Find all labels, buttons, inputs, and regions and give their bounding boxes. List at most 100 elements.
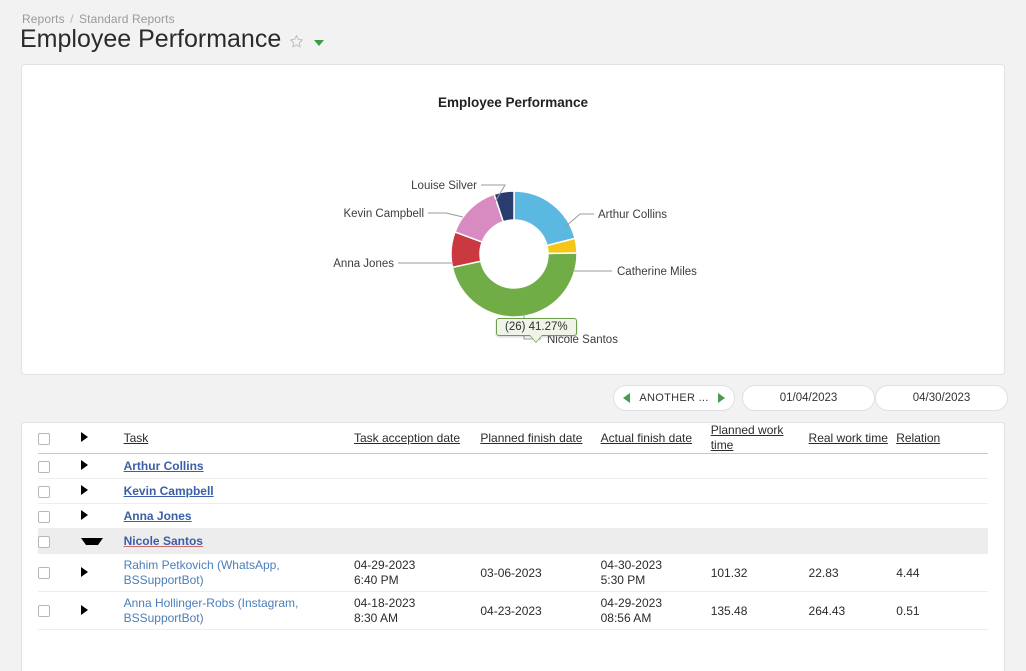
select-all-checkbox[interactable] <box>38 433 50 445</box>
page-header: Employee Performance <box>20 24 324 54</box>
arrow-left-icon[interactable] <box>623 393 630 403</box>
expand-row-icon[interactable] <box>81 567 112 577</box>
expand-row-icon[interactable] <box>81 460 100 470</box>
group-link-anna-jones[interactable]: Anna Jones <box>124 509 192 523</box>
date-from-input[interactable]: 01/04/2023 <box>742 385 875 411</box>
row-select-cell <box>38 504 81 529</box>
acception-time: 6:40 PM <box>354 573 480 588</box>
column-header-planfin[interactable]: Planned finish date <box>480 423 600 454</box>
page-title: Employee Performance <box>20 24 281 54</box>
chart-tooltip: (26) 41.27% <box>496 318 577 336</box>
column-header-accept[interactable]: Task acception date <box>354 423 480 454</box>
row-select-cell <box>38 592 81 630</box>
star-icon[interactable] <box>289 34 304 49</box>
period-selector[interactable]: ANOTHER ... <box>613 385 735 411</box>
slice-arthur-collins[interactable] <box>514 191 575 246</box>
donut-slices <box>451 191 577 317</box>
row-checkbox[interactable] <box>38 486 50 498</box>
cell-real-work-time: 264.43 <box>809 592 897 630</box>
expand-all-icon[interactable] <box>81 432 91 442</box>
row-expand-cell <box>81 504 124 529</box>
group-name-cell: Anna Jones <box>124 504 988 529</box>
group-link-arthur-collins[interactable]: Arthur Collins <box>124 459 204 473</box>
chart-card: Employee Performance Louise Silver <box>21 64 1005 375</box>
actual-finish-time: 5:30 PM <box>601 573 711 588</box>
cell-task: Anna Hollinger-Robs (Instagram, BSSuppor… <box>124 592 354 630</box>
label-arthur-collins: Arthur Collins <box>598 209 667 221</box>
label-louise-silver: Louise Silver <box>411 180 477 192</box>
report-table: Task Task acception date Planned finish … <box>38 423 988 630</box>
period-label: ANOTHER ... <box>630 392 718 404</box>
acception-time: 8:30 AM <box>354 611 480 626</box>
arrow-right-icon[interactable] <box>718 393 725 403</box>
chart-tooltip-text: (26) 41.27% <box>505 321 568 333</box>
cell-planned-work-time: 101.32 <box>711 554 809 592</box>
expand-row-icon[interactable] <box>81 605 112 615</box>
leader-kevin-campbell <box>428 213 463 217</box>
group-link-kevin-campbell[interactable]: Kevin Campbell <box>124 484 214 498</box>
cell-planned-finish: 03-06-2023 <box>480 554 600 592</box>
row-checkbox[interactable] <box>38 536 50 548</box>
label-anna-jones: Anna Jones <box>333 258 394 270</box>
actual-finish-date: 04-29-2023 <box>601 596 711 611</box>
table-row[interactable]: Kevin Campbell <box>38 479 988 504</box>
select-all-cell <box>38 423 81 454</box>
group-name-cell: Kevin Campbell <box>124 479 988 504</box>
cell-relation: 4.44 <box>896 554 988 592</box>
row-expand-cell <box>81 592 124 630</box>
group-link-nicole-santos[interactable]: Nicole Santos <box>124 534 203 548</box>
table-row[interactable]: Arthur Collins <box>38 454 988 479</box>
cell-real-work-time: 22.83 <box>809 554 897 592</box>
column-header-relation[interactable]: Relation <box>896 423 988 454</box>
acception-date: 04-29-2023 <box>354 558 480 573</box>
expand-row-icon[interactable] <box>81 485 100 495</box>
task-link[interactable]: Rahim Petkovich (WhatsApp, BSSupportBot) <box>124 558 354 588</box>
table-header: Task Task acception date Planned finish … <box>38 423 988 454</box>
cell-relation: 0.51 <box>896 592 988 630</box>
cell-acception-date: 04-29-2023 6:40 PM <box>354 554 480 592</box>
row-expand-cell <box>81 479 124 504</box>
column-header-planwork[interactable]: Planned work time <box>711 423 809 454</box>
actual-finish-time: 08:56 AM <box>601 611 711 626</box>
cell-task: Rahim Petkovich (WhatsApp, BSSupportBot) <box>124 554 354 592</box>
table-row[interactable]: Anna Hollinger-Robs (Instagram, BSSuppor… <box>38 592 988 630</box>
table-body: Arthur Collins Kevin Campbell <box>38 454 988 630</box>
row-select-cell <box>38 529 81 554</box>
date-to-value: 04/30/2023 <box>913 392 971 404</box>
row-expand-cell <box>81 554 124 592</box>
row-checkbox[interactable] <box>38 567 50 579</box>
chart-tooltip-pointer <box>530 335 542 342</box>
row-expand-cell <box>81 529 124 554</box>
row-checkbox[interactable] <box>38 511 50 523</box>
column-header-realwork[interactable]: Real work time <box>809 423 897 454</box>
row-select-cell <box>38 454 81 479</box>
cell-planned-work-time: 135.48 <box>711 592 809 630</box>
report-table-card: Task Task acception date Planned finish … <box>21 422 1005 671</box>
group-name-cell: Arthur Collins <box>124 454 988 479</box>
row-select-cell <box>38 479 81 504</box>
label-kevin-campbell: Kevin Campbell <box>343 208 424 220</box>
column-header-actfin[interactable]: Actual finish date <box>601 423 711 454</box>
report-page: Reports / Standard Reports Employee Perf… <box>0 0 1026 671</box>
collapse-row-icon[interactable] <box>81 538 103 545</box>
row-expand-cell <box>81 454 124 479</box>
table-row[interactable]: Anna Jones <box>38 504 988 529</box>
chart-title: Employee Performance <box>22 95 1004 110</box>
row-checkbox[interactable] <box>38 461 50 473</box>
column-header-task[interactable]: Task <box>124 423 354 454</box>
table-row[interactable]: Nicole Santos <box>38 529 988 554</box>
expand-row-icon[interactable] <box>81 510 100 520</box>
acception-date: 04-18-2023 <box>354 596 480 611</box>
table-row[interactable]: Rahim Petkovich (WhatsApp, BSSupportBot)… <box>38 554 988 592</box>
row-checkbox[interactable] <box>38 605 50 617</box>
cell-actual-finish: 04-29-2023 08:56 AM <box>601 592 711 630</box>
date-to-input[interactable]: 04/30/2023 <box>875 385 1008 411</box>
cell-planned-finish: 04-23-2023 <box>480 592 600 630</box>
group-name-cell: Nicole Santos <box>124 529 988 554</box>
chevron-down-icon[interactable] <box>314 40 324 46</box>
label-catherine-miles: Catherine Miles <box>617 266 697 278</box>
actual-finish-date: 04-30-2023 <box>601 558 711 573</box>
cell-actual-finish: 04-30-2023 5:30 PM <box>601 554 711 592</box>
task-link[interactable]: Anna Hollinger-Robs (Instagram, BSSuppor… <box>124 596 354 626</box>
period-controls: ANOTHER ... 01/04/2023 04/30/2023 <box>0 385 1026 411</box>
